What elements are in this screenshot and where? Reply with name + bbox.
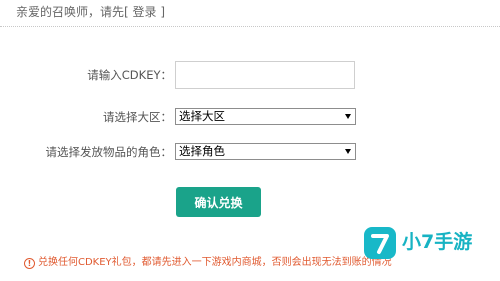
notice-message: ! 兑换任何CDKEY礼包，都请先进入一下游戏内商城，否则会出现无法到账的情况 — [24, 256, 392, 269]
login-bracket-close: ] — [156, 5, 166, 19]
dotted-divider — [0, 26, 500, 27]
login-link[interactable]: 登录 — [133, 5, 157, 19]
role-select[interactable]: 选择角色 — [175, 143, 356, 160]
role-selected-value: 选择角色 — [179, 144, 225, 158]
notice-text: 兑换任何CDKEY礼包，都请先进入一下游戏内商城，否则会出现无法到账的情况 — [38, 257, 392, 268]
watermark-text: 小7手游 — [402, 231, 473, 253]
watermark-logo: 小7手游 — [364, 225, 494, 261]
dropdown-arrow-icon — [345, 114, 351, 119]
role-label: 请选择发放物品的角色： — [45, 145, 173, 159]
region-select[interactable]: 选择大区 — [175, 108, 356, 125]
greeting-text: 亲爱的召唤师，请先 — [16, 5, 125, 19]
exclamation-icon: ! — [24, 258, 35, 269]
cdkey-input[interactable] — [175, 61, 355, 89]
dropdown-arrow-icon — [345, 149, 351, 154]
login-bracket-open: [ — [124, 5, 133, 19]
cdkey-label: 请输入CDKEY： — [87, 68, 172, 82]
logo-seven-icon — [364, 227, 396, 259]
login-prompt: 亲爱的召唤师，请先[ 登录 ] — [16, 3, 165, 20]
region-label: 请选择大区： — [103, 110, 172, 124]
region-selected-value: 选择大区 — [179, 109, 225, 123]
confirm-redeem-button[interactable]: 确认兑换 — [176, 187, 261, 217]
